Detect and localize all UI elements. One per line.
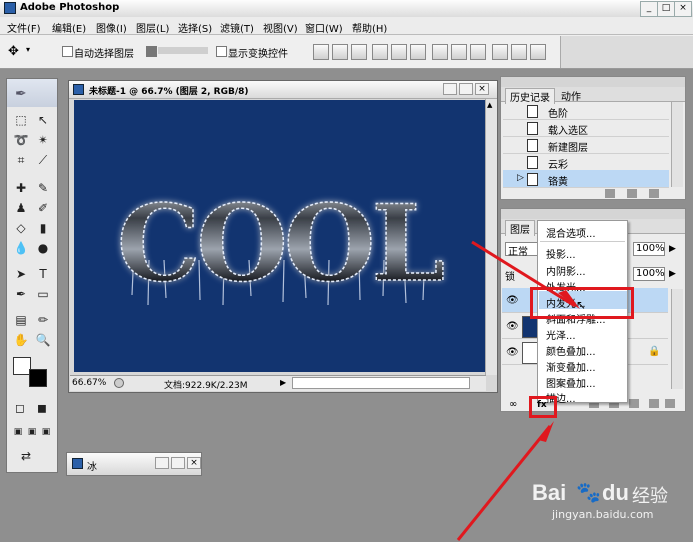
annotation-arrowhead (558, 290, 580, 309)
watermark-brand: Bai (532, 480, 567, 505)
watermark-brand-2: du (602, 480, 629, 505)
watermark-url: jingyan.baidu.com (552, 508, 654, 521)
watermark-suffix: 经验 (632, 486, 668, 507)
baidu-watermark: Bai 🐾 du 经验 (532, 478, 692, 508)
annotation-arrow-to-menu (471, 240, 576, 308)
annotation-arrows (456, 240, 580, 541)
annotation-arrowhead (538, 421, 554, 442)
baidu-paw-icon: 🐾 (576, 480, 601, 504)
